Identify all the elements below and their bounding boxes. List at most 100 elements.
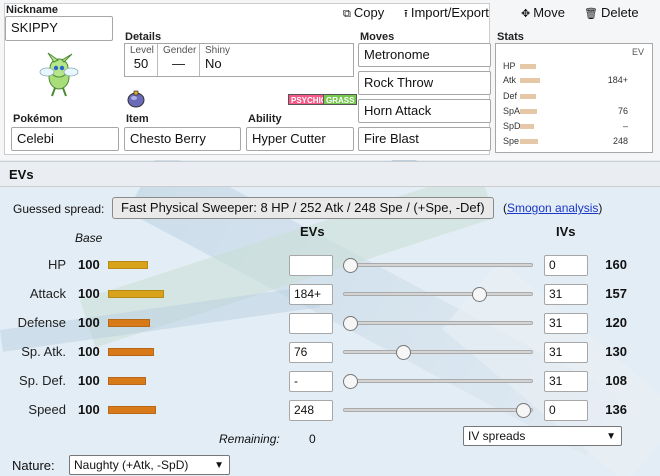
item-label: Item bbox=[126, 113, 149, 125]
stat-label: HP bbox=[47, 257, 66, 272]
nickname-field[interactable]: SKIPPY bbox=[5, 16, 113, 41]
stat-ev: 184+ bbox=[607, 75, 628, 85]
stats-label: Stats bbox=[497, 31, 524, 43]
stat-name: Spe bbox=[503, 136, 520, 146]
ev-input[interactable]: - bbox=[289, 371, 333, 392]
copy-label: Copy bbox=[353, 5, 385, 20]
copy-button[interactable]: ⧉ Copy bbox=[343, 5, 384, 21]
iv-input[interactable]: 0 bbox=[544, 255, 588, 276]
base-stat-value: 100 bbox=[78, 257, 100, 272]
stat-label: Defense bbox=[17, 315, 66, 330]
pokemon-field[interactable]: Celebi bbox=[11, 127, 119, 151]
guessed-spread-label: Guessed spread: bbox=[13, 202, 105, 216]
ability-field[interactable]: Hyper Cutter bbox=[246, 127, 354, 151]
ev-slider-track[interactable] bbox=[343, 263, 533, 267]
stat-label: Sp. Atk. bbox=[21, 344, 66, 359]
nature-selected: Naughty (+Atk, -SpD) bbox=[74, 458, 189, 472]
smogon-link-wrap: (Smogon analysis) bbox=[503, 201, 602, 215]
details-label: Details bbox=[125, 31, 162, 43]
item-field[interactable]: Chesto Berry bbox=[124, 127, 241, 151]
iv-input[interactable]: 31 bbox=[544, 313, 588, 334]
ev-slider-track[interactable] bbox=[343, 408, 533, 412]
base-stat-bar bbox=[108, 406, 156, 414]
ev-slider-thumb[interactable] bbox=[343, 316, 358, 331]
ev-slider-track[interactable] bbox=[343, 292, 533, 296]
stat-name: SpA bbox=[503, 106, 521, 116]
base-stat-bar bbox=[108, 348, 154, 356]
ev-slider-thumb[interactable] bbox=[343, 374, 358, 389]
ev-input[interactable]: 248 bbox=[289, 400, 333, 421]
ev-slider-track[interactable] bbox=[343, 321, 533, 325]
nature-label: Nature: bbox=[12, 458, 55, 473]
stat-label: Sp. Def. bbox=[19, 373, 66, 388]
move-2-field[interactable]: Rock Throw bbox=[358, 71, 491, 95]
iv-input[interactable]: 31 bbox=[544, 342, 588, 363]
stat-label: Speed bbox=[28, 402, 66, 417]
type-badge-grass: GRASS bbox=[323, 94, 358, 105]
paren-close: ) bbox=[598, 201, 603, 215]
ev-slider-thumb[interactable] bbox=[471, 287, 487, 302]
move-icon: ✥ bbox=[521, 8, 531, 20]
level-label: Level bbox=[130, 45, 154, 56]
stat-total: 157 bbox=[605, 286, 627, 301]
nature-select[interactable]: Naughty (+Atk, -SpD) ▼ bbox=[69, 455, 230, 475]
stat-row-def: Def bbox=[496, 90, 652, 104]
copy-icon: ⧉ bbox=[343, 8, 351, 20]
stat-bar bbox=[520, 109, 537, 114]
stat-label: Attack bbox=[29, 286, 66, 301]
ev-input[interactable] bbox=[289, 313, 333, 334]
upload-icon: ⭱ bbox=[404, 8, 408, 20]
stat-name: Atk bbox=[503, 75, 517, 85]
iv-input[interactable]: 0 bbox=[544, 400, 588, 421]
stat-row-spa: SpA 76 bbox=[496, 105, 652, 119]
stat-ev: 76 bbox=[617, 106, 628, 116]
details-box[interactable]: Level 50 Gender — Shiny No bbox=[124, 43, 354, 77]
stats-summary[interactable]: EV HP Atk 184+ Def SpA 76 SpD – Spe 248 bbox=[495, 43, 653, 153]
ev-slider-track[interactable] bbox=[343, 379, 533, 383]
base-stat-bar bbox=[108, 290, 164, 298]
base-stat-value: 100 bbox=[78, 315, 100, 330]
ev-slider-track[interactable] bbox=[343, 350, 533, 354]
gender-cell: Gender — bbox=[158, 44, 200, 76]
move-label: Move bbox=[533, 5, 566, 20]
level-value: 50 bbox=[133, 56, 149, 71]
delete-button[interactable]: 🗑 Delete bbox=[584, 5, 639, 20]
ev-input[interactable]: 76 bbox=[289, 342, 333, 363]
stat-ev: 248 bbox=[612, 136, 628, 146]
move-3-field[interactable]: Horn Attack bbox=[358, 99, 491, 123]
stat-name: Def bbox=[503, 91, 518, 101]
remaining-value: 0 bbox=[309, 432, 316, 446]
stat-bar bbox=[520, 78, 540, 83]
ev-input[interactable] bbox=[289, 255, 333, 276]
iv-input[interactable]: 31 bbox=[544, 371, 588, 392]
stat-row-spd: SpD – bbox=[496, 120, 652, 134]
guessed-spread-button[interactable]: Fast Physical Sweeper: 8 HP / 252 Atk / … bbox=[112, 197, 494, 219]
chevron-down-icon: ▼ bbox=[606, 431, 616, 442]
move-4-field[interactable]: Fire Blast bbox=[358, 127, 491, 151]
stat-bar bbox=[520, 64, 536, 69]
move-button[interactable]: ✥ Move bbox=[521, 5, 565, 20]
iv-spreads-selected: IV spreads bbox=[468, 429, 526, 443]
stat-total: 160 bbox=[605, 257, 627, 272]
stat-bar bbox=[520, 124, 534, 129]
move-1-field[interactable]: Metronome bbox=[358, 43, 491, 67]
chevron-down-icon: ▼ bbox=[214, 460, 224, 471]
base-stat-value: 100 bbox=[78, 402, 100, 417]
stat-total: 120 bbox=[605, 315, 627, 330]
iv-input[interactable]: 31 bbox=[544, 284, 588, 305]
ev-input[interactable]: 184+ bbox=[289, 284, 333, 305]
gender-label: Gender bbox=[163, 45, 197, 56]
stat-ev: – bbox=[622, 121, 628, 131]
base-stat-value: 100 bbox=[78, 373, 100, 388]
import-export-button[interactable]: ⭱ Import/Export bbox=[404, 5, 489, 24]
stat-total: 108 bbox=[605, 373, 627, 388]
smogon-analysis-link[interactable]: Smogon analysis bbox=[507, 201, 598, 215]
level-cell: Level 50 bbox=[125, 44, 158, 76]
stat-bar bbox=[520, 139, 538, 144]
iv-spreads-select[interactable]: IV spreads ▼ bbox=[463, 426, 622, 446]
ev-slider-thumb[interactable] bbox=[343, 258, 358, 273]
shiny-label: Shiny bbox=[205, 45, 231, 56]
ev-slider-thumb[interactable] bbox=[396, 345, 412, 360]
import-export-label: Import/Export bbox=[410, 5, 489, 20]
pokemon-sprite bbox=[34, 50, 84, 100]
